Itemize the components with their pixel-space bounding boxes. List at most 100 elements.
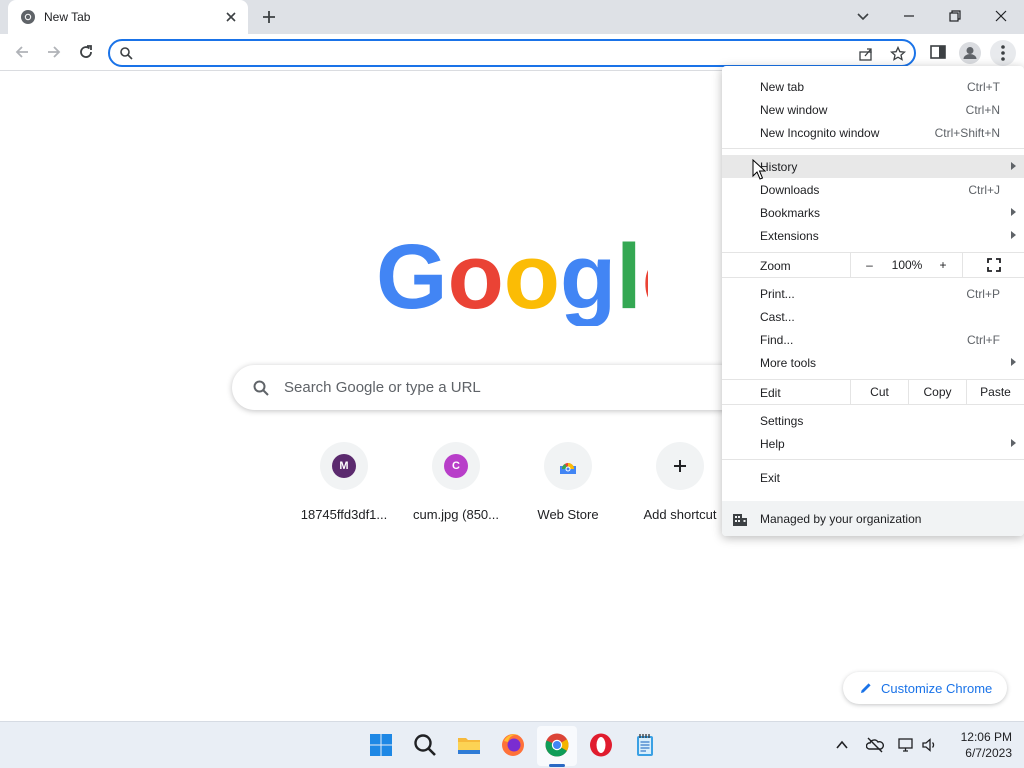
menu-item-bookmarks[interactable]: Bookmarks (722, 201, 1024, 224)
minimize-icon[interactable] (899, 6, 919, 26)
web-store-icon (560, 463, 576, 474)
chrome-icon[interactable] (544, 732, 570, 758)
file-explorer-icon[interactable] (456, 732, 482, 758)
menu-separator (722, 148, 1024, 149)
chrome-menu-button[interactable] (990, 40, 1016, 66)
customize-chrome-button[interactable]: Customize Chrome (843, 672, 1007, 704)
menu-item-label: New window (760, 103, 828, 117)
menu-item-label: New tab (760, 80, 805, 94)
network-icon[interactable] (897, 736, 915, 754)
menu-item-label: Help (760, 437, 785, 451)
zoom-in-button[interactable]: + (926, 253, 960, 277)
windows-start-icon[interactable] (368, 732, 394, 758)
customize-chrome-label: Customize Chrome (881, 681, 993, 696)
menu-item-print[interactable]: Print... Ctrl+P (722, 282, 1024, 305)
bookmark-star-icon[interactable] (890, 46, 906, 62)
menu-item-cast[interactable]: Cast... (722, 305, 1024, 328)
shortcut-tile[interactable]: M 18745ffd3df1... (288, 442, 400, 532)
windows-taskbar: 12:06 PM 6/7/2023 (0, 721, 1024, 768)
menu-separator (722, 459, 1024, 460)
address-input[interactable] (142, 44, 842, 62)
search-icon[interactable] (412, 732, 438, 758)
new-tab-plus-icon[interactable] (260, 8, 278, 26)
reload-icon[interactable] (76, 42, 96, 62)
paste-button[interactable]: Paste (966, 380, 1024, 404)
menu-item-find[interactable]: Find... Ctrl+F (722, 328, 1024, 351)
onedrive-offline-icon[interactable] (866, 736, 884, 754)
chevron-up-icon[interactable] (833, 736, 851, 754)
building-icon (733, 514, 747, 526)
managed-by-organization[interactable]: Managed by your organization (722, 501, 1024, 536)
firefox-icon[interactable] (500, 732, 526, 758)
shortcut-label: Add shortcut (643, 507, 717, 522)
shortcut-tile-web-store[interactable]: Web Store (512, 442, 624, 532)
menu-item-exit[interactable]: Exit (722, 466, 1024, 489)
cut-button[interactable]: Cut (850, 380, 908, 404)
menu-item-label: Bookmarks (760, 206, 821, 220)
volume-icon[interactable] (920, 736, 938, 754)
shortcut-label: 18745ffd3df1... (300, 507, 388, 522)
side-panel-icon[interactable] (928, 42, 948, 62)
mouse-cursor-icon (752, 159, 766, 180)
menu-row-zoom: Zoom – 100% + (722, 253, 1024, 277)
search-icon (253, 380, 269, 396)
shortcut-icon-bg: C (432, 442, 480, 490)
profile-avatar[interactable] (959, 42, 981, 64)
system-clock[interactable]: 12:06 PM 6/7/2023 (948, 729, 1012, 761)
menu-item-shortcut: Ctrl+T (967, 80, 1000, 94)
clock-date: 6/7/2023 (965, 746, 1012, 760)
close-tab-icon[interactable] (224, 10, 238, 24)
menu-item-label: Settings (760, 414, 804, 428)
add-shortcut-button[interactable]: Add shortcut (624, 442, 736, 532)
google-logo: Google (376, 226, 648, 326)
tab-search-chevron-icon[interactable] (853, 6, 873, 26)
forward-arrow-icon[interactable] (44, 42, 64, 62)
shortcut-tile[interactable]: C cum.jpg (850... (400, 442, 512, 532)
menu-item-label: More tools (760, 356, 817, 370)
menu-separator (722, 404, 1024, 405)
menu-item-settings[interactable]: Settings (722, 409, 1024, 432)
zoom-level: 100% (891, 258, 923, 272)
active-app-indicator (549, 764, 565, 767)
menu-item-new-tab[interactable]: New tab Ctrl+T (722, 75, 1024, 98)
submenu-arrow-icon (1011, 208, 1016, 216)
menu-item-history[interactable]: History (722, 155, 1024, 178)
chrome-main-menu: New tab Ctrl+T New window Ctrl+N New Inc… (722, 66, 1024, 536)
menu-item-new-window[interactable]: New window Ctrl+N (722, 98, 1024, 121)
shortcut-label: Web Store (537, 507, 599, 522)
menu-item-extensions[interactable]: Extensions (722, 224, 1024, 247)
ntp-search-placeholder: Search Google or type a URL (284, 379, 481, 396)
fullscreen-button[interactable] (962, 253, 1024, 277)
menu-item-label: Extensions (760, 229, 819, 243)
notepad-icon[interactable] (632, 732, 658, 758)
menu-item-label: Zoom (760, 259, 791, 273)
menu-item-label: Cast... (760, 310, 795, 324)
fullscreen-icon (986, 258, 1001, 272)
menu-item-label: Edit (760, 386, 781, 400)
clock-time: 12:06 PM (960, 730, 1012, 744)
share-icon[interactable] (858, 46, 874, 62)
menu-item-new-incognito-window[interactable]: New Incognito window Ctrl+Shift+N (722, 121, 1024, 144)
opera-icon[interactable] (588, 732, 614, 758)
menu-item-shortcut: Ctrl+Shift+N (934, 126, 1000, 140)
back-arrow-icon[interactable] (12, 42, 32, 62)
shortcut-letter-badge: M (332, 454, 356, 478)
menu-item-more-tools[interactable]: More tools (722, 351, 1024, 374)
zoom-out-button[interactable]: – (850, 253, 888, 277)
copy-button[interactable]: Copy (908, 380, 966, 404)
menu-item-shortcut: Ctrl+P (966, 287, 1000, 301)
menu-item-shortcut: Ctrl+F (967, 333, 1000, 347)
menu-item-downloads[interactable]: Downloads Ctrl+J (722, 178, 1024, 201)
shortcut-icon-bg (544, 442, 592, 490)
tab-new-tab[interactable]: New Tab (8, 0, 248, 34)
restore-icon[interactable] (945, 6, 965, 26)
omnibox[interactable] (108, 39, 916, 67)
kebab-menu-icon (1001, 45, 1005, 61)
close-window-icon[interactable] (991, 6, 1011, 26)
pencil-icon (861, 683, 871, 693)
submenu-arrow-icon (1011, 231, 1016, 239)
menu-item-help[interactable]: Help (722, 432, 1024, 455)
ntp-search-box[interactable]: Search Google or type a URL (232, 365, 792, 410)
managed-label: Managed by your organization (760, 512, 922, 526)
submenu-arrow-icon (1011, 162, 1016, 170)
